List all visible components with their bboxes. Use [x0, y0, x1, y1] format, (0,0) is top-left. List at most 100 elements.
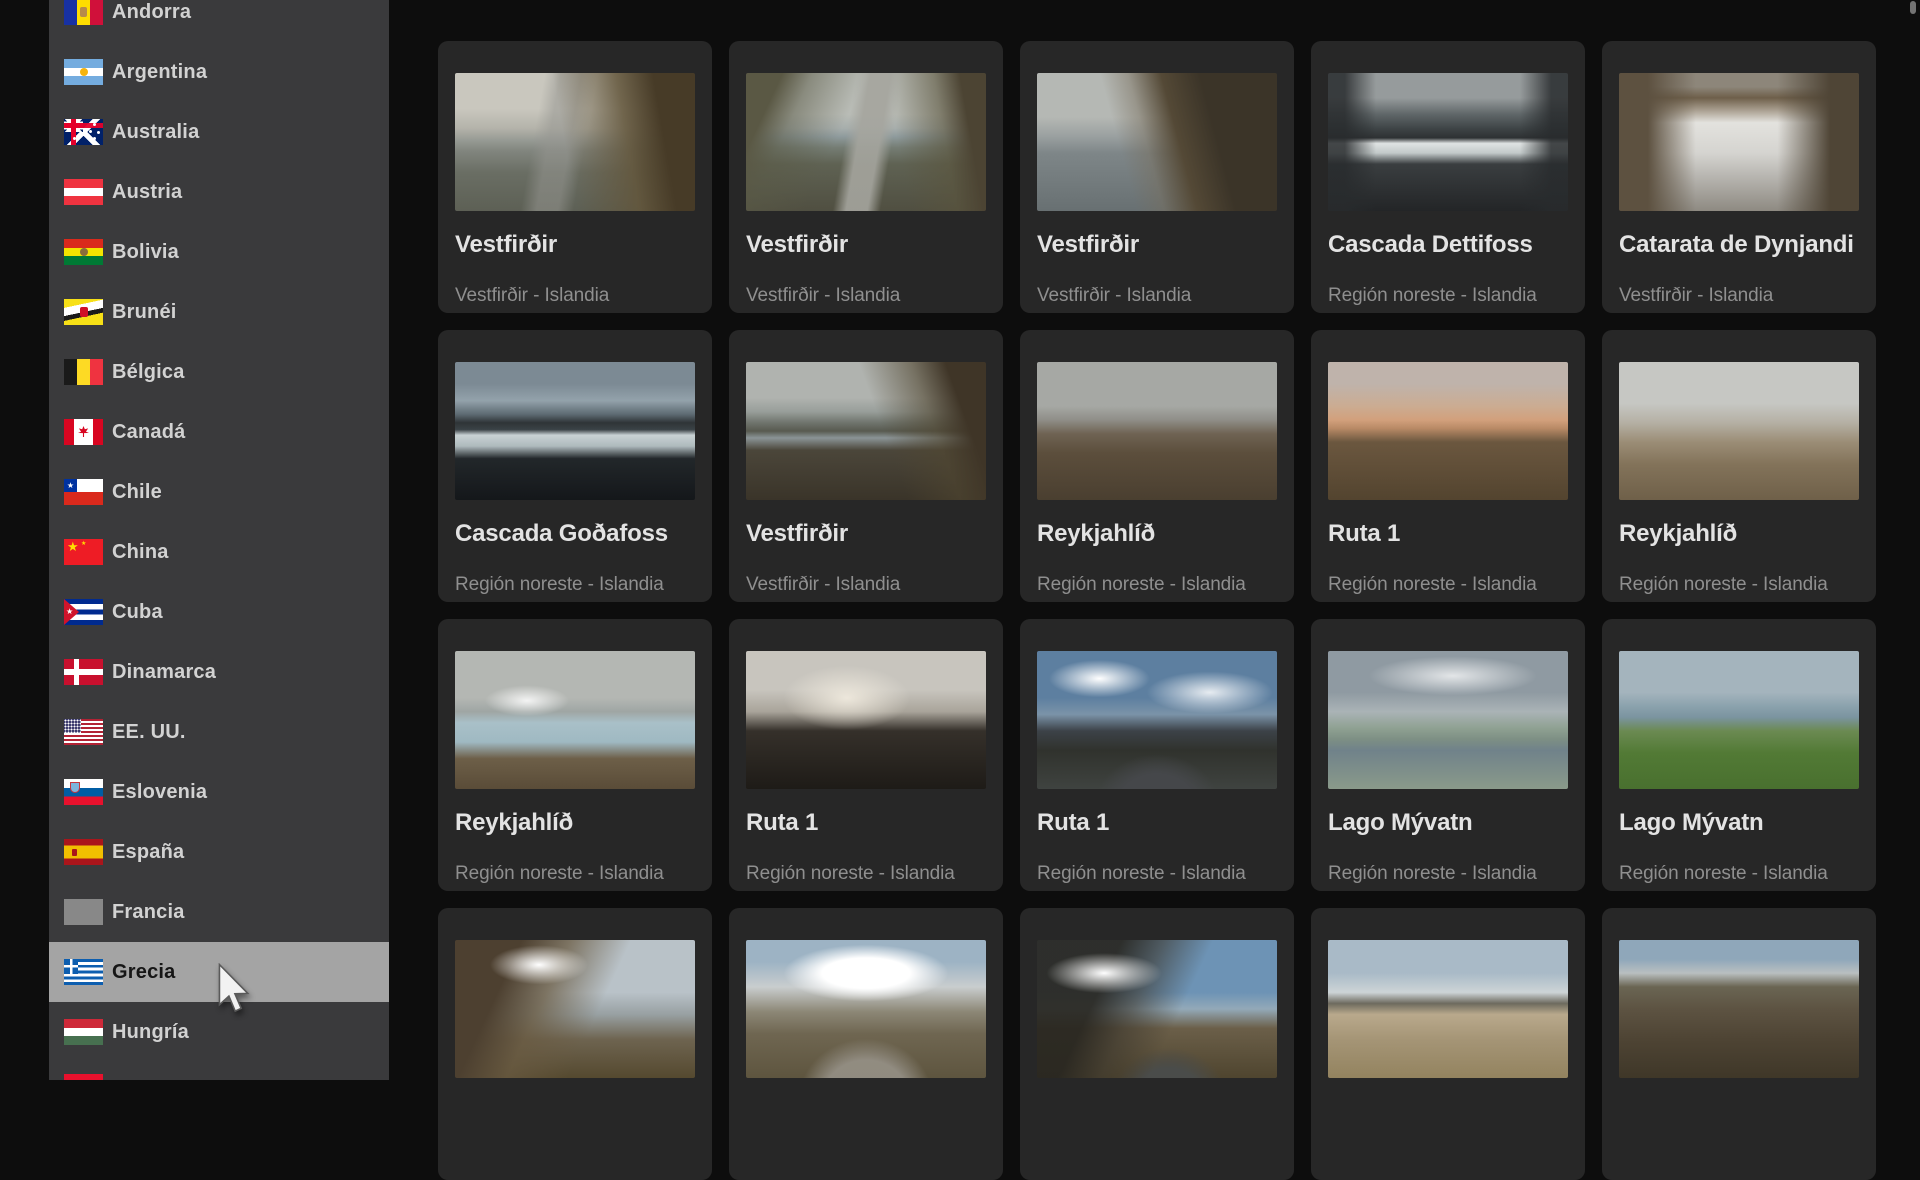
country-label: Brunéi — [112, 301, 177, 324]
country-flag-icon — [64, 1074, 103, 1080]
country-flag-icon — [64, 239, 103, 265]
photo-location: Región noreste - Islandia — [746, 864, 986, 884]
sidebar-item-country[interactable]: EE. UU. — [49, 702, 389, 762]
photo-card[interactable]: Vestfirðir Vestfirðir - Islandia — [438, 41, 712, 313]
sidebar-item-country[interactable]: Bolivia — [49, 222, 389, 282]
sidebar-item-country[interactable]: China — [49, 522, 389, 582]
photo-title: Ruta 1 — [1328, 521, 1568, 547]
photo-thumbnail — [746, 73, 986, 211]
photo-title: Ruta 1 — [746, 810, 986, 836]
country-flag-icon — [64, 599, 103, 625]
country-label: Chile — [112, 481, 162, 504]
photo-card[interactable] — [1020, 908, 1294, 1180]
country-label: Eslovenia — [112, 781, 207, 804]
photo-title: Lago Mývatn — [1328, 810, 1568, 836]
country-flag-icon — [64, 779, 103, 805]
photo-card[interactable]: Ruta 1 Región noreste - Islandia — [1020, 619, 1294, 891]
country-flag-icon — [64, 839, 103, 865]
photo-card[interactable]: Vestfirðir Vestfirðir - Islandia — [729, 41, 1003, 313]
photo-location: Región noreste - Islandia — [455, 864, 695, 884]
photo-title: Catarata de Dynjandi — [1619, 232, 1859, 258]
photo-location: Vestfirðir - Islandia — [455, 286, 695, 306]
photo-location: Vestfirðir - Islandia — [746, 575, 986, 595]
country-flag-icon — [64, 659, 103, 685]
country-label: Grecia — [112, 961, 175, 984]
country-flag-icon — [64, 119, 103, 145]
photo-thumbnail — [1037, 940, 1277, 1078]
country-flag-icon — [64, 1019, 103, 1045]
sidebar-item-country[interactable]: Francia — [49, 882, 389, 942]
sidebar-item-country[interactable]: Argentina — [49, 42, 389, 102]
sidebar-item-country[interactable]: Bélgica — [49, 342, 389, 402]
photo-card[interactable] — [729, 908, 1003, 1180]
photo-title: Cascada Dettifoss — [1328, 232, 1568, 258]
country-label: Austria — [112, 181, 182, 204]
photo-card[interactable]: Vestfirðir Vestfirðir - Islandia — [1020, 41, 1294, 313]
photo-thumbnail — [455, 73, 695, 211]
photo-thumbnail — [746, 362, 986, 500]
country-flag-icon — [64, 359, 103, 385]
photo-location: Vestfirðir - Islandia — [1037, 286, 1277, 306]
country-list: Andorra Argentina Australia Austria Boli… — [49, 0, 389, 1080]
photo-thumbnail — [746, 651, 986, 789]
photo-card[interactable]: Reykjahlíð Región noreste - Islandia — [1602, 330, 1876, 602]
sidebar-item-country[interactable]: Eslovenia — [49, 762, 389, 822]
photo-card[interactable] — [1311, 908, 1585, 1180]
photo-thumbnail — [1619, 362, 1859, 500]
sidebar-item-country[interactable]: Cuba — [49, 582, 389, 642]
sidebar-item-country[interactable]: Andorra — [49, 0, 389, 42]
country-flag-icon — [64, 959, 103, 985]
country-label: China — [112, 541, 169, 564]
photo-location: Región noreste - Islandia — [1037, 575, 1277, 595]
photo-card[interactable]: Vestfirðir Vestfirðir - Islandia — [729, 330, 1003, 602]
country-flag-icon — [64, 59, 103, 85]
photo-thumbnail — [1619, 940, 1859, 1078]
photo-location: Región noreste - Islandia — [1037, 864, 1277, 884]
photo-card[interactable]: Reykjahlíð Región noreste - Islandia — [1020, 330, 1294, 602]
photo-location: Región noreste - Islandia — [1619, 575, 1859, 595]
sidebar-item-country[interactable]: Austria — [49, 162, 389, 222]
photo-thumbnail — [1328, 73, 1568, 211]
photo-location: Vestfirðir - Islandia — [1619, 286, 1859, 306]
photo-thumbnail — [1037, 651, 1277, 789]
photo-thumbnail — [1619, 651, 1859, 789]
photo-location: Región noreste - Islandia — [1328, 286, 1568, 306]
country-label: Bolivia — [112, 241, 179, 264]
photo-location: Región noreste - Islandia — [1619, 864, 1859, 884]
photo-thumbnail — [1328, 940, 1568, 1078]
photo-card[interactable]: Ruta 1 Región noreste - Islandia — [729, 619, 1003, 891]
sidebar-item-country[interactable]: España — [49, 822, 389, 882]
sidebar-item-country[interactable]: Canadá — [49, 402, 389, 462]
sidebar-item-country[interactable]: Dinamarca — [49, 642, 389, 702]
photo-card[interactable]: Cascada Goðafoss Región noreste - Island… — [438, 330, 712, 602]
photo-card[interactable]: Cascada Dettifoss Región noreste - Islan… — [1311, 41, 1585, 313]
photo-title: Reykjahlíð — [1037, 521, 1277, 547]
country-label: Bélgica — [112, 361, 185, 384]
photo-card[interactable]: Reykjahlíð Región noreste - Islandia — [438, 619, 712, 891]
country-label: Australia — [112, 121, 199, 144]
vertical-scrollbar-thumb[interactable] — [1910, 1, 1916, 14]
app-window: { "colors": { "background": "#0d0d0d", "… — [0, 0, 1920, 1080]
photo-card[interactable]: Lago Mývatn Región noreste - Islandia — [1311, 619, 1585, 891]
photo-title: Vestfirðir — [746, 232, 986, 258]
photo-card[interactable] — [438, 908, 712, 1180]
photo-title: Ruta 1 — [1037, 810, 1277, 836]
sidebar-item-country[interactable]: Chile — [49, 462, 389, 522]
photo-card[interactable]: Catarata de Dynjandi Vestfirðir - Island… — [1602, 41, 1876, 313]
photo-card[interactable]: Ruta 1 Región noreste - Islandia — [1311, 330, 1585, 602]
sidebar-item-country[interactable]: Hungría — [49, 1002, 389, 1062]
photo-card[interactable] — [1602, 908, 1876, 1180]
sidebar-item-country[interactable] — [49, 1062, 389, 1080]
photo-title: Vestfirðir — [1037, 232, 1277, 258]
photo-thumbnail — [1037, 362, 1277, 500]
country-flag-icon — [64, 479, 103, 505]
country-label: Cuba — [112, 601, 163, 624]
sidebar-item-country[interactable]: Australia — [49, 102, 389, 162]
sidebar-item-country[interactable]: Brunéi — [49, 282, 389, 342]
photo-card[interactable]: Lago Mývatn Región noreste - Islandia — [1602, 619, 1876, 891]
country-label: Hungría — [112, 1021, 189, 1044]
photo-thumbnail — [1328, 362, 1568, 500]
country-flag-icon — [64, 719, 103, 745]
photo-location: Región noreste - Islandia — [1328, 575, 1568, 595]
sidebar-item-country[interactable]: Grecia — [49, 942, 389, 1002]
